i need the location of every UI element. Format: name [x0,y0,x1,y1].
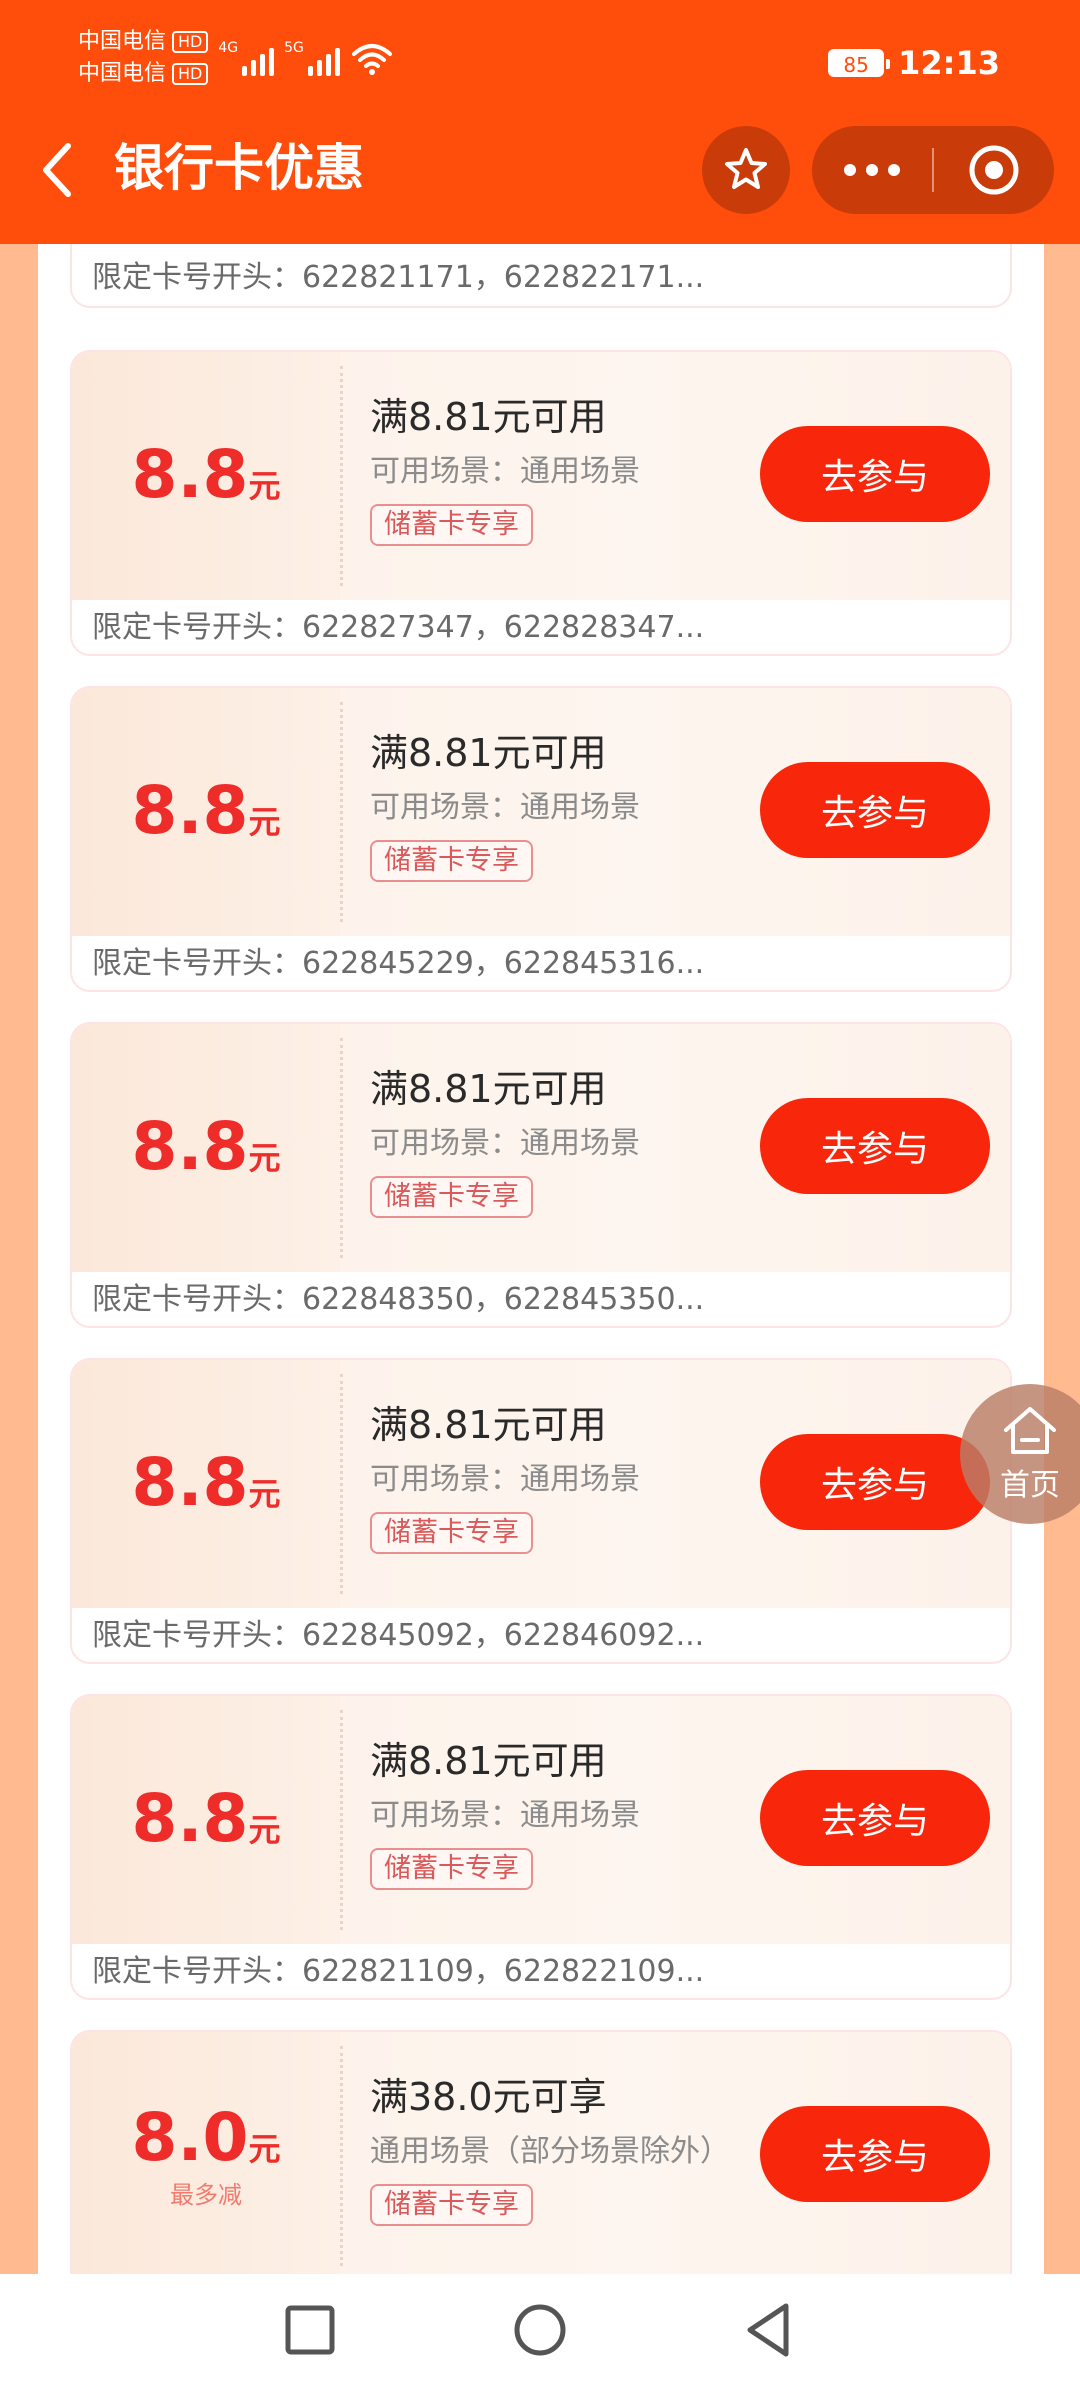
carrier-2: 中国电信 HD [78,60,209,88]
wifi-icon [351,44,392,75]
coupon-card: 8.8 元 满8.81元可用 可用场景：通用场景 储蓄卡专享 去参与 限定卡号开… [70,350,1012,656]
perforation-divider [340,1710,343,1930]
perforation-divider [340,1038,343,1258]
page-title: 银行卡优惠 [114,139,364,197]
status-bar-left: 中国电信 HD 中国电信 HD 4G 5G [78,28,394,88]
coupon-card: 8.0 元 最多减 满38.0元可享 通用场景（部分场景除外） 储蓄卡专享 去参… [70,2030,1012,2274]
coupon-card-partial: 限定卡号开头：622821171，622822171... [70,244,1012,308]
clock: 12:13 [898,44,1000,82]
triangle-back-icon[interactable] [738,2298,802,2362]
debit-card-tag: 储蓄卡专享 [370,504,533,546]
circle-icon[interactable] [508,2298,572,2362]
chevron-left-icon[interactable] [38,140,78,200]
card-number-limit: 限定卡号开头：622827347，622828347... [92,610,705,645]
coupon-scene: 可用场景：通用场景 [370,790,640,825]
card-number-limit: 限定卡号开头：622845229，622845316... [92,946,705,981]
join-button[interactable]: 去参与 [760,1434,990,1530]
card-number-limit: 限定卡号开头：622845092，622846092... [92,1618,705,1653]
signal-2-icon: 5G [284,40,340,76]
home-label: 首页 [1000,1468,1060,1503]
coupon-card: 8.8 元 满8.81元可用 可用场景：通用场景 储蓄卡专享 去参与 限定卡号开… [70,1022,1012,1328]
coupon-scene: 可用场景：通用场景 [370,454,640,489]
coupon-condition: 满8.81元可用 [370,1739,607,1783]
debit-card-tag: 储蓄卡专享 [370,2184,533,2226]
debit-card-tag: 储蓄卡专享 [370,1176,533,1218]
target-icon [969,145,1019,195]
debit-card-tag: 储蓄卡专享 [370,1512,533,1554]
home-icon [1004,1407,1056,1454]
coupon-card: 8.8 元 满8.81元可用 可用场景：通用场景 储蓄卡专享 去参与 限定卡号开… [70,1358,1012,1664]
coupon-amount: 8.0 元 最多减 [131,2098,281,2209]
app-header: 中国电信 HD 中国电信 HD 4G 5G 85 12:13 银行卡优惠 [0,0,1080,244]
square-icon[interactable] [278,2298,342,2362]
perforation-divider [340,1374,343,1594]
join-button[interactable]: 去参与 [760,1770,990,1866]
coupon-amount: 8.8 元 [131,1108,281,1185]
close-button[interactable] [934,126,1054,214]
carrier-1: 中国电信 HD [78,28,209,56]
perforation-divider [340,2046,343,2266]
coupon-list: 限定卡号开头：622821171，622822171... 8.8 元 满8.8… [38,244,1044,2274]
star-icon [725,148,767,189]
more-dots-icon [844,164,856,176]
join-button[interactable]: 去参与 [760,426,990,522]
coupon-amount: 8.8 元 [131,772,281,849]
coupon-scene: 通用场景（部分场景除外） [370,2134,730,2169]
coupon-condition: 满8.81元可用 [370,731,607,775]
card-number-limit: 限定卡号开头：622848350，622845350... [92,1282,705,1317]
join-button[interactable]: 去参与 [760,2106,990,2202]
coupon-card: 8.8 元 满8.81元可用 可用场景：通用场景 储蓄卡专享 去参与 限定卡号开… [70,686,1012,992]
coupon-amount: 8.8 元 [131,436,281,513]
hd-badge: HD [172,31,209,53]
perforation-divider [340,702,343,922]
hd-badge: HD [172,63,209,85]
coupon-condition: 满8.81元可用 [370,1067,607,1111]
more-button[interactable] [812,126,932,214]
status-bar-right: 85 12:13 [828,44,1000,82]
mini-program-capsule [812,126,1054,214]
coupon-card: 8.8 元 满8.81元可用 可用场景：通用场景 储蓄卡专享 去参与 限定卡号开… [70,1694,1012,2000]
coupon-amount: 8.8 元 [131,1444,281,1521]
battery-icon: 85 [828,49,891,77]
coupon-scene: 可用场景：通用场景 [370,1798,640,1833]
coupon-condition: 满38.0元可享 [370,2075,607,2119]
coupon-scene: 可用场景：通用场景 [370,1126,640,1161]
signal-1-icon: 4G [218,40,275,76]
card-number-limit: 限定卡号开头：622821109，622822109... [92,1954,705,1989]
coupon-scene: 可用场景：通用场景 [370,1462,640,1497]
system-nav-bar [0,2274,1080,2388]
card-number-limit: 限定卡号开头：622821171，622822171... [92,260,705,295]
coupon-condition: 满8.81元可用 [370,1403,607,1447]
join-button[interactable]: 去参与 [760,1098,990,1194]
debit-card-tag: 储蓄卡专享 [370,840,533,882]
join-button[interactable]: 去参与 [760,762,990,858]
coupon-amount: 8.8 元 [131,1780,281,1857]
debit-card-tag: 储蓄卡专享 [370,1848,533,1890]
coupon-condition: 满8.81元可用 [370,395,607,439]
favorite-button[interactable] [702,126,790,214]
max-discount-label: 最多减 [170,2180,242,2209]
perforation-divider [340,366,343,586]
